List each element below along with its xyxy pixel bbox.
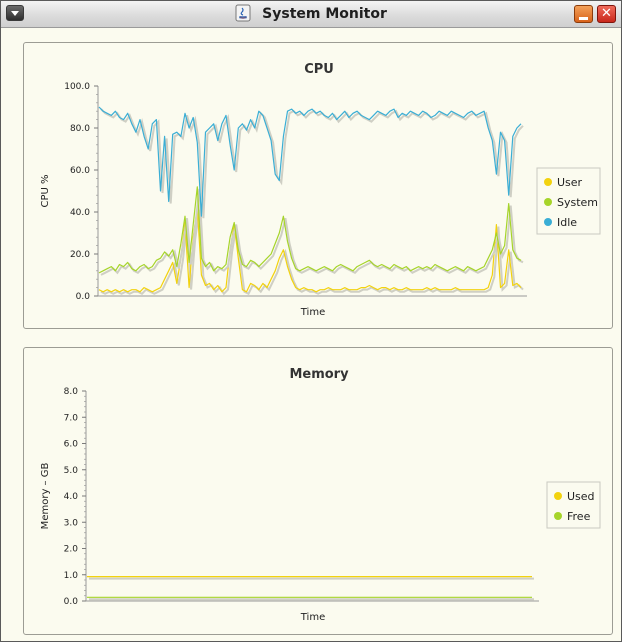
legend-used-marker <box>554 492 562 500</box>
memory-x-axis-label: Time <box>300 612 325 623</box>
legend-user-label: User <box>557 176 583 189</box>
cpu-y-tick-label: 40.0 <box>70 208 90 218</box>
memory-chart-title: Memory <box>289 367 349 382</box>
mem-y-tick-label: 6.0 <box>64 440 79 450</box>
mem-y-tick-label: 5.0 <box>64 466 79 476</box>
memory-legend: Used Free <box>546 481 601 529</box>
mem-y-tick-label: 4.0 <box>64 492 79 502</box>
legend-idle-marker <box>544 218 552 226</box>
memory-chart-panel: Memory Memory – GB Time 8.0 7.0 6.0 5.0 4.0 3… <box>23 347 613 635</box>
mem-y-tick-label: 1.0 <box>64 571 79 581</box>
memory-y-axis-label: Memory – GB <box>40 463 51 530</box>
mem-y-tick-label: 7.0 <box>64 413 79 423</box>
cpu-y-tick-label: 0.0 <box>76 292 91 302</box>
cpu-series-idle-shadow <box>100 108 524 219</box>
java-icon <box>235 4 251 22</box>
cpu-y-tick-label: 20.0 <box>70 250 90 260</box>
title-bar[interactable]: System Monitor ✕ <box>1 1 621 28</box>
minimize-icon <box>579 17 588 20</box>
legend-used-label: Used <box>567 490 595 503</box>
cpu-series-system-shadow <box>100 188 524 276</box>
close-button[interactable]: ✕ <box>597 5 616 23</box>
mem-y-tick-label: 2.0 <box>64 545 79 555</box>
title-group: System Monitor <box>1 1 621 27</box>
cpu-series-idle-line <box>98 106 522 217</box>
close-icon: ✕ <box>601 6 612 21</box>
legend-system-label: System <box>557 196 598 209</box>
mem-y-tick-label: 3.0 <box>64 518 79 528</box>
cpu-x-axis-label: Time <box>300 307 325 318</box>
cpu-y-axis-label: CPU % <box>40 174 51 207</box>
memory-chart: Memory Memory – GB Time 8.0 7.0 6.0 5.0 4.0 3… <box>40 367 601 623</box>
cpu-chart-panel: CPU CPU % Time 100.0 80.0 60.0 40.0 20.0 0.0 … <box>23 42 613 329</box>
cpu-chart-title: CPU <box>304 62 334 77</box>
legend-system-marker <box>544 198 552 206</box>
cpu-chart: CPU CPU % Time 100.080.060.040.020.00.0 … <box>40 62 601 318</box>
system-monitor-window: System Monitor ✕ CPU CPU % Time 100.0 80.… <box>0 0 622 642</box>
mem-y-tick-label: 0.0 <box>64 597 79 607</box>
minimize-button[interactable] <box>574 5 593 23</box>
mem-y-tick-label: 8.0 <box>64 387 79 397</box>
cpu-y-tick-label: 80.0 <box>70 124 90 134</box>
window-title: System Monitor <box>262 6 387 22</box>
legend-free-marker <box>554 512 562 520</box>
cpu-series-user-line <box>98 207 522 293</box>
cpu-legend: User System Idle <box>536 167 601 235</box>
legend-free-label: Free <box>567 510 591 523</box>
cpu-y-tick-label: 60.0 <box>70 166 90 176</box>
legend-user-marker <box>544 178 552 186</box>
cpu-y-tick-label: 100.0 <box>64 82 90 92</box>
legend-idle-label: Idle <box>557 216 577 229</box>
